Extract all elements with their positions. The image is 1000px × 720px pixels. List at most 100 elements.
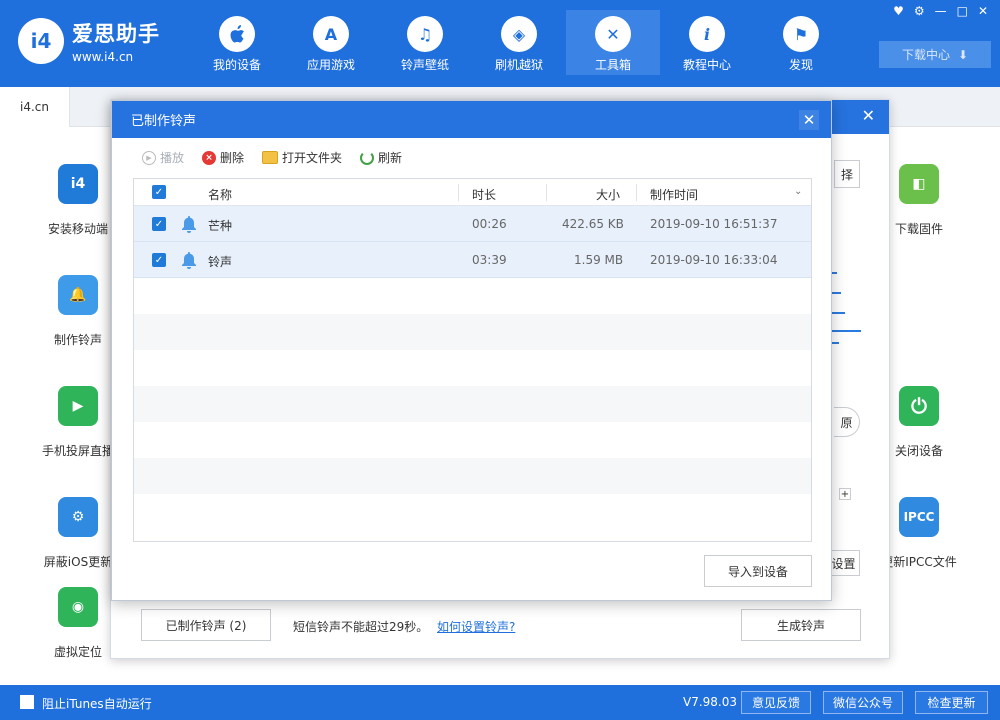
column-name[interactable]: 名称 — [208, 186, 232, 203]
nav-tutorials[interactable]: i 教程中心 — [660, 10, 754, 75]
close-icon[interactable]: ✕ — [799, 110, 819, 130]
download-center-label: 下载中心 — [901, 48, 950, 62]
i4-app-icon: i4 — [58, 164, 98, 204]
download-icon: ⬇ — [957, 47, 969, 62]
close-icon[interactable]: ✕ — [978, 4, 988, 18]
bell-icon — [182, 216, 196, 233]
ringtone-size: 1.59 MB — [574, 253, 624, 267]
logo-icon: i4 — [18, 18, 64, 64]
folder-icon — [262, 151, 279, 164]
nav-toolbox[interactable]: ✕ 工具箱 — [566, 10, 660, 75]
gear-icon: ⚙ — [58, 497, 98, 537]
column-size[interactable]: 大小 — [596, 186, 620, 203]
delete-button[interactable]: × 删除 — [202, 149, 244, 166]
nav-label: 应用游戏 — [306, 58, 355, 72]
ringtone-table: ✓ 名称 时长 大小 制作时间 ⌄ ✓ 芒种 00:26 422.65 KB 2… — [133, 178, 812, 542]
tool-label: 安装移动端 — [47, 222, 108, 236]
table-row[interactable]: ✓ 铃声 03:39 1.59 MB 2019-09-10 16:33:04 — [134, 242, 811, 278]
check-update-button[interactable]: 检查更新 — [915, 691, 988, 714]
ipcc-icon: IPCC — [899, 497, 939, 537]
open-folder-button[interactable]: 打开文件夹 — [262, 149, 342, 166]
block-itunes-label[interactable]: 阻止iTunes自动运行 — [42, 695, 152, 712]
play-button[interactable]: ▶ 播放 — [142, 149, 184, 166]
nav-flash-jailbreak[interactable]: ◈ 刷机越狱 — [472, 10, 566, 75]
skin-icon[interactable]: ♥ — [893, 4, 904, 18]
empty-row — [134, 386, 811, 422]
download-center-button[interactable]: 下载中心 ⬇ — [879, 41, 991, 68]
row-checkbox[interactable]: ✓ — [152, 253, 166, 267]
main-nav: 我的设备 A 应用游戏 ♫ 铃声壁纸 ◈ 刷机越狱 ✕ 工具箱 i 教程中心 ⚑… — [190, 10, 848, 75]
settings-button-partial[interactable]: 设置 — [828, 550, 860, 576]
ringtone-duration: 00:26 — [472, 217, 507, 231]
ringtone-name: 芒种 — [208, 219, 233, 233]
empty-row — [134, 458, 811, 494]
nav-discover[interactable]: ⚑ 发现 — [754, 10, 848, 75]
app-header: i4 爱思助手 www.i4.cn 我的设备 A 应用游戏 ♫ 铃声壁纸 ◈ 刷… — [0, 0, 1000, 87]
status-bar: 阻止iTunes自动运行 V7.98.03 意见反馈 微信公众号 检查更新 — [0, 685, 1000, 720]
import-to-device-button[interactable]: 导入到设备 — [704, 555, 812, 587]
table-row[interactable]: ✓ 芒种 00:26 422.65 KB 2019-09-10 16:51:37 — [134, 206, 811, 242]
settings-icon[interactable]: ⚙ — [914, 4, 925, 18]
brand-url: www.i4.cn — [72, 50, 134, 64]
bell-icon: 🔔 — [58, 275, 98, 315]
refresh-label: 刷新 — [378, 151, 403, 165]
brand-logo[interactable]: i4 爱思助手 www.i4.cn — [18, 18, 160, 64]
empty-row — [134, 314, 811, 350]
source-button-partial[interactable]: 原 — [834, 407, 860, 437]
select-button-partial[interactable]: 择 — [834, 160, 860, 188]
screen-mirror-icon: ▶ — [58, 386, 98, 426]
chevron-down-icon[interactable]: ⌄ — [794, 186, 802, 197]
column-created[interactable]: 制作时间 — [650, 186, 698, 203]
bell-icon — [182, 252, 196, 269]
ringtone-created: 2019-09-10 16:33:04 — [650, 253, 778, 267]
nav-my-device[interactable]: 我的设备 — [190, 10, 284, 75]
dialog-toolbar: ▶ 播放 × 删除 打开文件夹 刷新 — [142, 149, 402, 166]
column-duration[interactable]: 时长 — [472, 186, 496, 203]
nav-label: 刷机越狱 — [494, 58, 543, 72]
location-pin-icon: ◉ — [58, 587, 98, 627]
minimize-icon[interactable]: — — [935, 4, 947, 18]
sms-ringtone-hint: 短信铃声不能超过29秒。 — [293, 620, 429, 634]
delete-icon: × — [202, 150, 217, 165]
play-icon: ▶ — [142, 150, 156, 165]
refresh-button[interactable]: 刷新 — [360, 149, 402, 166]
tools-icon: ✕ — [595, 16, 631, 52]
waveform — [831, 232, 861, 356]
power-icon: ⏻ — [899, 386, 939, 426]
version-label: V7.98.03 — [683, 695, 738, 709]
made-ringtones-dialog: 已制作铃声 ✕ ▶ 播放 × 删除 打开文件夹 刷新 ✓ 名称 时长 大小 制作… — [111, 100, 832, 601]
nav-label: 铃声壁纸 — [400, 58, 449, 72]
app-store-icon: A — [313, 16, 349, 52]
dialog-title: 已制作铃声 — [131, 114, 197, 129]
refresh-icon — [360, 150, 375, 165]
tool-label: 更新IPCC文件 — [881, 555, 957, 569]
feedback-button[interactable]: 意见反馈 — [741, 691, 811, 714]
tool-label: 屏蔽iOS更新 — [43, 555, 113, 569]
brand-name: 爱思助手 — [72, 22, 160, 46]
generate-ringtone-button[interactable]: 生成铃声 — [741, 609, 861, 641]
close-icon[interactable]: ✕ — [862, 106, 875, 125]
block-itunes-checkbox[interactable] — [20, 695, 34, 709]
info-icon: i — [689, 16, 725, 52]
tool-label: 虚拟定位 — [53, 645, 102, 659]
box-icon: ◧ — [899, 164, 939, 204]
empty-row — [134, 278, 811, 314]
dropbox-icon: ◈ — [501, 16, 537, 52]
made-ringtones-button[interactable]: 已制作铃声 (2) — [141, 609, 271, 641]
nav-apps-games[interactable]: A 应用游戏 — [284, 10, 378, 75]
ringtone-created: 2019-09-10 16:51:37 — [650, 217, 778, 231]
flag-icon: ⚑ — [783, 16, 819, 52]
maximize-icon[interactable]: □ — [957, 4, 968, 18]
tab-i4cn[interactable]: i4.cn — [0, 87, 70, 127]
nav-ringtones-wallpapers[interactable]: ♫ 铃声壁纸 — [378, 10, 472, 75]
select-all-checkbox[interactable]: ✓ — [152, 185, 166, 199]
how-to-set-ringtone-link[interactable]: 如何设置铃声? — [437, 618, 515, 635]
wechat-button[interactable]: 微信公众号 — [823, 691, 903, 714]
plus-icon[interactable]: + — [839, 488, 851, 500]
empty-row — [134, 494, 811, 530]
nav-label: 教程中心 — [682, 58, 731, 72]
tool-label: 关闭设备 — [894, 444, 943, 458]
row-checkbox[interactable]: ✓ — [152, 217, 166, 231]
empty-row — [134, 350, 811, 386]
dialog-titlebar: 已制作铃声 ✕ — [112, 101, 831, 138]
